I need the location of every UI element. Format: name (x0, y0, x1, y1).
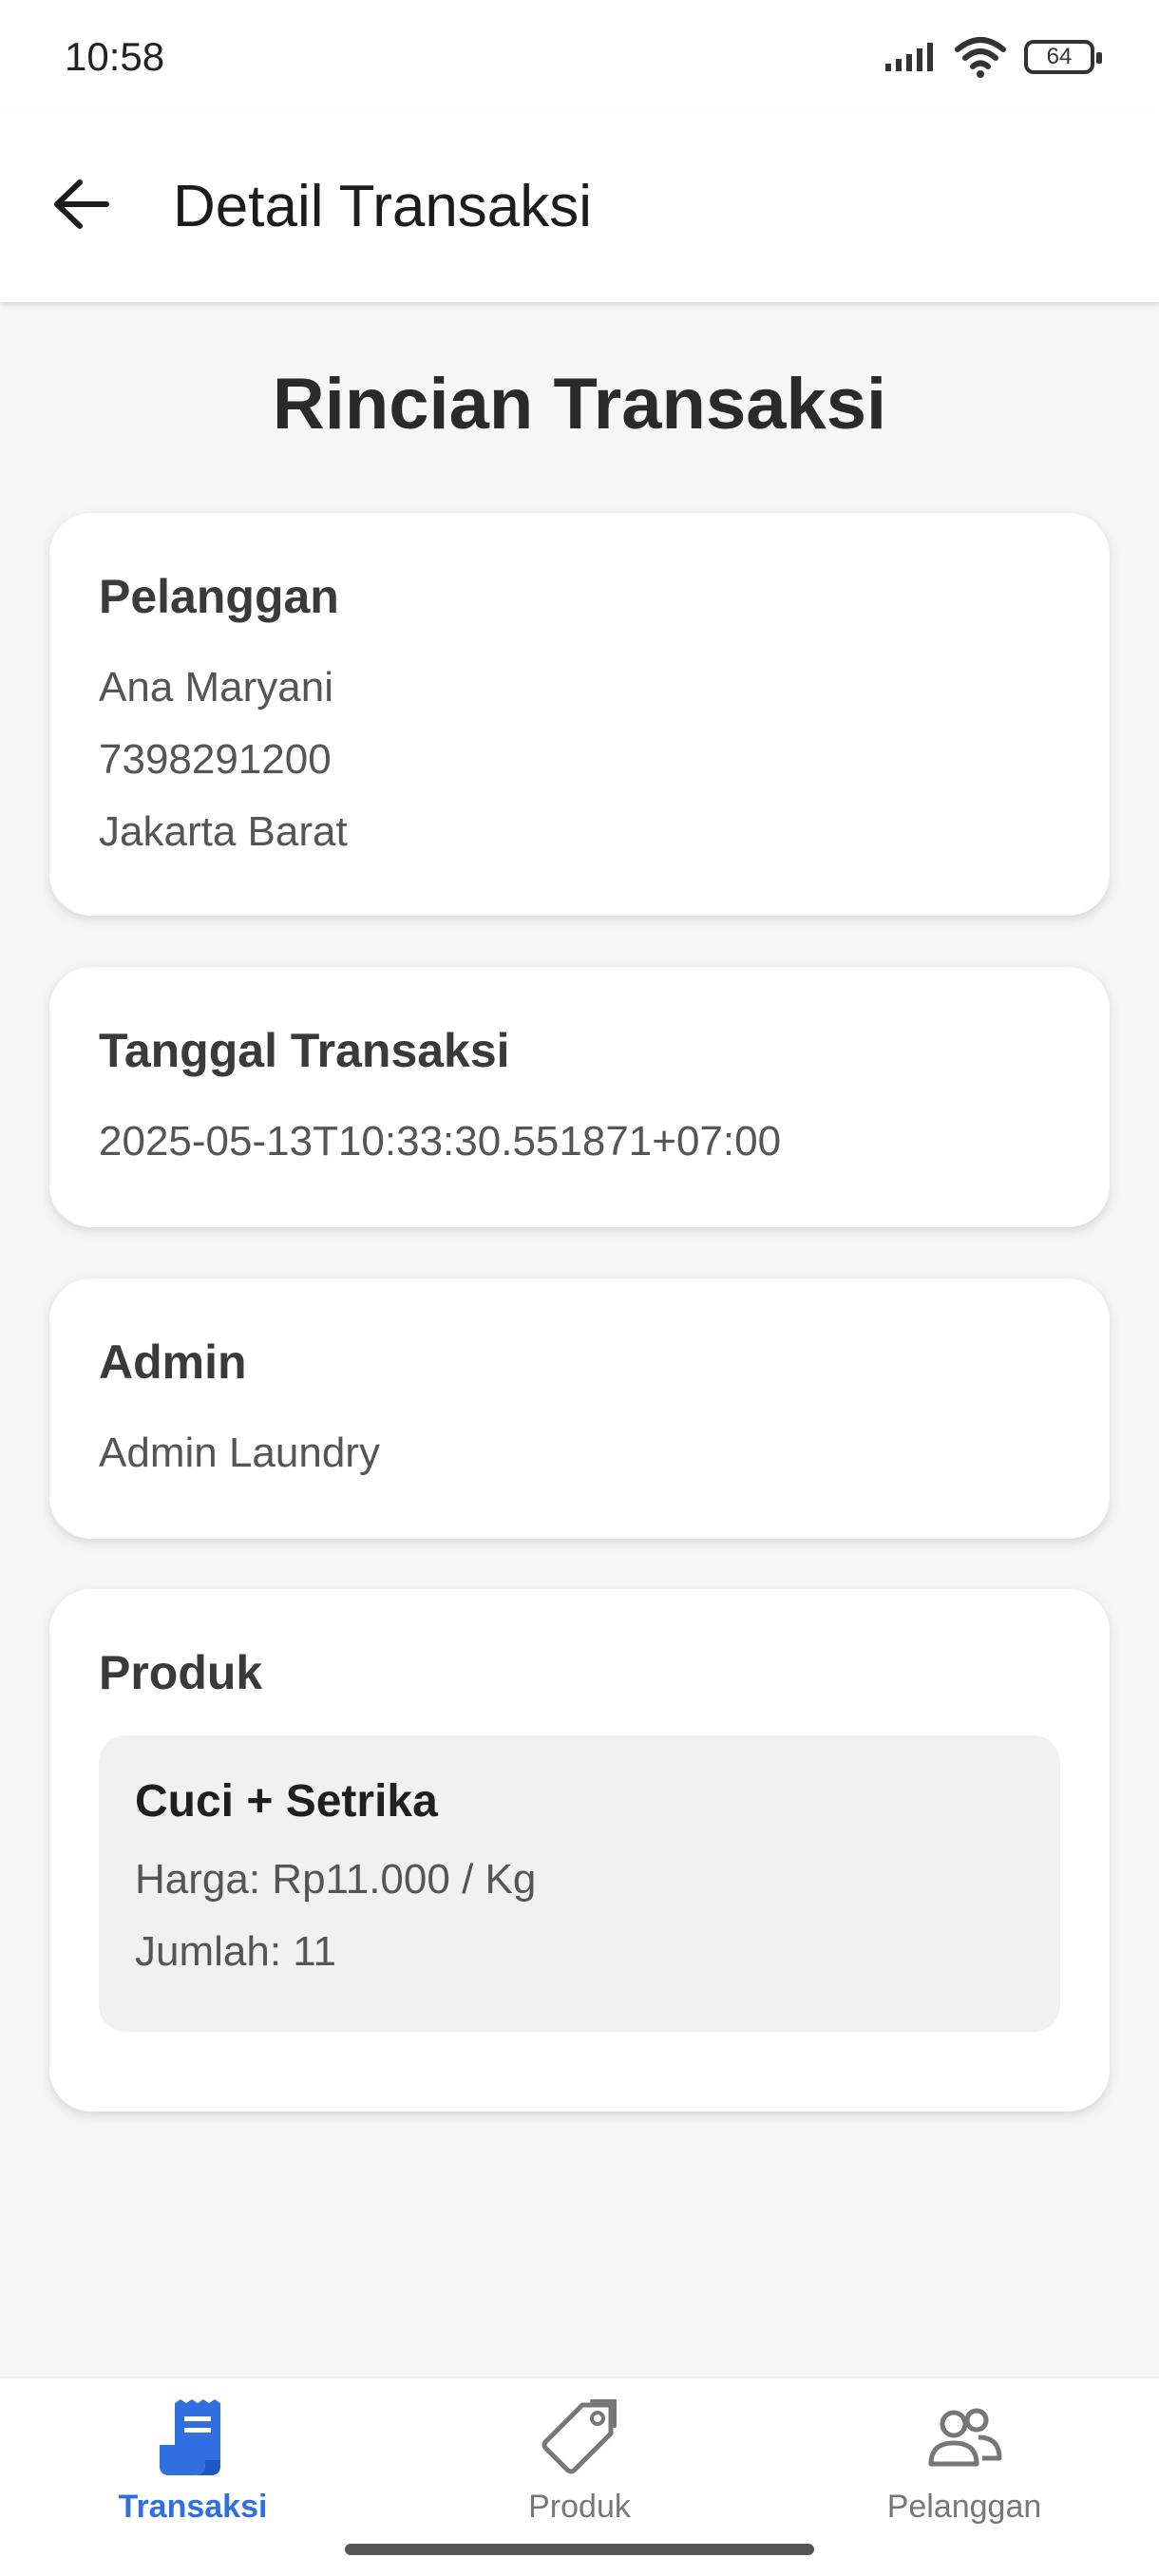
signal-icon (885, 43, 933, 71)
product-item: Cuci + Setrika Harga: Rp11.000 / Kg Juml… (99, 1735, 1060, 2032)
nav-label-produk: Produk (528, 2489, 631, 2525)
customer-address: Jakarta Barat (99, 808, 348, 855)
nav-label-pelanggan: Pelanggan (886, 2489, 1042, 2525)
product-name: Cuci + Setrika (135, 1776, 438, 1827)
receipt-icon (160, 2399, 220, 2475)
nav-item-transaksi[interactable]: Transaksi (50, 2397, 335, 2526)
screen: 10:58 64 Detail Transaksi Rincian Transa… (0, 0, 1159, 2576)
admin-card-title: Admin (99, 1335, 247, 1389)
transaction-date-title: Tanggal Transaksi (99, 1024, 510, 1077)
customer-card-title: Pelanggan (99, 570, 339, 623)
status-bar: 10:58 64 (0, 0, 1159, 114)
back-arrow-icon[interactable] (48, 171, 114, 237)
people-icon (928, 2408, 1002, 2467)
product-quantity: Jumlah: 11 (135, 1928, 336, 1975)
product-card: Produk Cuci + Setrika Harga: Rp11.000 / … (49, 1589, 1110, 2112)
wifi-icon (955, 37, 1006, 78)
transaction-date-value: 2025-05-13T10:33:30.551871+07:00 (99, 1118, 782, 1165)
app-bar: Detail Transaksi (0, 114, 1159, 302)
page-heading: Rincian Transaksi (272, 364, 887, 445)
customer-phone: 7398291200 (99, 736, 332, 783)
product-price: Harga: Rp11.000 / Kg (135, 1856, 537, 1903)
nav-label-transaksi: Transaksi (118, 2489, 268, 2525)
battery-icon: 64 (1024, 40, 1102, 74)
status-time: 10:58 (65, 34, 165, 79)
customer-name: Ana Maryani (99, 664, 334, 710)
transaction-date-card: Tanggal Transaksi 2025-05-13T10:33:30.55… (49, 967, 1110, 1227)
status-icons: 64 (884, 36, 1102, 78)
battery-level: 64 (1046, 44, 1073, 69)
tag-icon (542, 2399, 617, 2474)
admin-card: Admin Admin Laundry (49, 1279, 1110, 1539)
nav-item-produk[interactable]: Produk (437, 2397, 722, 2526)
customer-card: Pelanggan Ana Maryani 7398291200 Jakarta… (49, 513, 1110, 916)
admin-name: Admin Laundry (99, 1430, 380, 1476)
home-indicator[interactable] (345, 2544, 814, 2555)
nav-item-pelanggan[interactable]: Pelanggan (822, 2397, 1107, 2526)
app-bar-title: Detail Transaksi (173, 174, 593, 239)
product-card-title: Produk (99, 1646, 263, 1699)
